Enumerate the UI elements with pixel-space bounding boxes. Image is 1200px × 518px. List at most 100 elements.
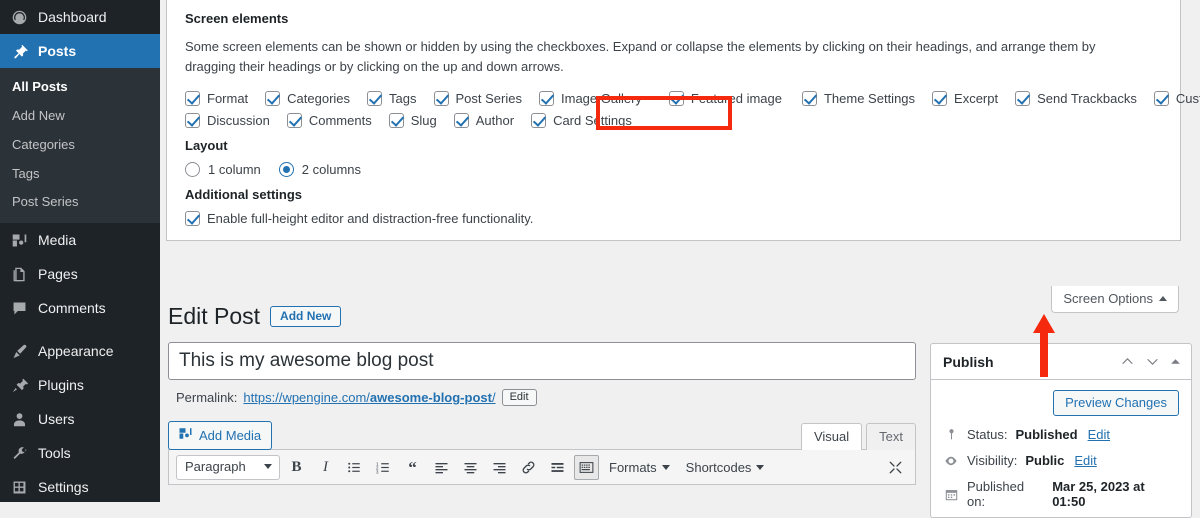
checkbox-icon[interactable] — [802, 91, 817, 106]
checkbox-image-gallery[interactable]: Image Gallery — [539, 91, 642, 106]
sidebar-item-post-series[interactable]: Post Series — [0, 188, 160, 217]
checkbox-label: Theme Settings — [824, 91, 915, 106]
link-icon[interactable] — [516, 455, 541, 480]
sidebar-item-tools[interactable]: Tools — [0, 436, 160, 470]
bold-icon[interactable]: B — [284, 455, 309, 480]
sidebar-item-dashboard[interactable]: Dashboard — [0, 0, 160, 34]
sidebar-item-label: Comments — [38, 300, 106, 316]
checkbox-icon[interactable] — [185, 211, 200, 226]
visibility-line: Visibility: Public Edit — [943, 453, 1179, 468]
sidebar-item-appearance[interactable]: Appearance — [0, 334, 160, 368]
italic-icon[interactable]: I — [313, 455, 338, 480]
checkbox-icon[interactable] — [1154, 91, 1169, 106]
checkbox-format[interactable]: Format — [185, 91, 248, 106]
eye-icon — [943, 454, 959, 468]
checkbox-comments[interactable]: Comments — [287, 113, 372, 128]
blockquote-icon[interactable]: “ — [400, 455, 425, 480]
toggle-panel-icon[interactable] — [1170, 356, 1181, 367]
add-media-button[interactable]: Add Media — [168, 421, 272, 450]
checkbox-send-trackbacks[interactable]: Send Trackbacks — [1015, 91, 1137, 106]
checkbox-featured-image[interactable]: Featured image — [669, 91, 782, 106]
align-left-icon[interactable] — [429, 455, 454, 480]
checkbox-icon[interactable] — [265, 91, 280, 106]
plugin-icon — [9, 375, 29, 395]
pin-icon — [943, 428, 959, 441]
checkbox-categories[interactable]: Categories — [265, 91, 350, 106]
sidebar-item-categories[interactable]: Categories — [0, 131, 160, 160]
sidebar-item-settings[interactable]: Settings — [0, 470, 160, 504]
checkbox-icon[interactable] — [531, 113, 546, 128]
tab-text[interactable]: Text — [866, 423, 916, 450]
sidebar-item-plugins[interactable]: Plugins — [0, 368, 160, 402]
publish-panel: Publish Preview Changes — [930, 343, 1192, 518]
checkbox-post-series[interactable]: Post Series — [434, 91, 522, 106]
move-up-icon[interactable] — [1120, 354, 1135, 369]
screen-elements-row-2: Discussion Comments Slug Author Card Set… — [185, 113, 1162, 128]
checkbox-icon[interactable] — [669, 91, 684, 106]
move-down-icon[interactable] — [1145, 354, 1160, 369]
permalink-edit-button[interactable]: Edit — [502, 389, 537, 406]
align-center-icon[interactable] — [458, 455, 483, 480]
permalink-value[interactable]: https://wpengine.com/awesome-blog-post/ — [243, 390, 495, 405]
screen-options-tab-label: Screen Options — [1063, 291, 1153, 306]
sidebar-item-media[interactable]: Media — [0, 223, 160, 257]
sidebar-item-label: Plugins — [38, 377, 84, 393]
checkbox-excerpt[interactable]: Excerpt — [932, 91, 998, 106]
radio-1-column[interactable]: 1 column — [185, 162, 261, 177]
sidebar-item-all-posts[interactable]: All Posts — [0, 73, 160, 102]
radio-icon[interactable] — [279, 162, 294, 177]
checkbox-card-settings[interactable]: Card Settings — [531, 113, 632, 128]
radio-icon[interactable] — [185, 162, 200, 177]
shortcodes-menu[interactable]: Shortcodes — [680, 455, 771, 480]
checkbox-author[interactable]: Author — [454, 113, 514, 128]
post-title-input[interactable] — [168, 342, 916, 380]
checkbox-full-height-editor[interactable]: Enable full-height editor and distractio… — [185, 211, 1145, 226]
checkbox-icon[interactable] — [1015, 91, 1030, 106]
checkbox-icon[interactable] — [932, 91, 947, 106]
screen-options-tab[interactable]: Screen Options — [1051, 286, 1179, 313]
sidebar-item-comments[interactable]: Comments — [0, 291, 160, 325]
tab-visual[interactable]: Visual — [801, 423, 862, 450]
user-icon — [9, 409, 29, 429]
checkbox-icon[interactable] — [434, 91, 449, 106]
checkbox-icon[interactable] — [185, 113, 200, 128]
sidebar-item-label: Media — [38, 232, 76, 248]
numbered-list-icon[interactable]: 123 — [371, 455, 396, 480]
wp-admin-screen: Dashboard Posts All Posts Add New Catego… — [0, 0, 1200, 502]
distraction-free-icon[interactable] — [883, 455, 908, 480]
checkbox-icon[interactable] — [367, 91, 382, 106]
sidebar-item-add-new[interactable]: Add New — [0, 102, 160, 131]
checkbox-custom-fields[interactable]: Custom Fields — [1154, 91, 1200, 106]
checkbox-label: Send Trackbacks — [1037, 91, 1137, 106]
checkbox-icon[interactable] — [539, 91, 554, 106]
checkbox-label: Tags — [389, 91, 416, 106]
checkbox-icon[interactable] — [454, 113, 469, 128]
checkbox-tags[interactable]: Tags — [367, 91, 416, 106]
sidebar-item-users[interactable]: Users — [0, 402, 160, 436]
checkbox-discussion[interactable]: Discussion — [185, 113, 270, 128]
radio-label: 1 column — [208, 162, 261, 177]
status-edit-link[interactable]: Edit — [1088, 427, 1110, 442]
bulleted-list-icon[interactable] — [342, 455, 367, 480]
read-more-icon[interactable] — [545, 455, 570, 480]
checkbox-slug[interactable]: Slug — [389, 113, 437, 128]
checkbox-label: Author — [476, 113, 514, 128]
checkbox-label: Enable full-height editor and distractio… — [207, 211, 533, 226]
formats-menu[interactable]: Formats — [603, 455, 676, 480]
visibility-edit-link[interactable]: Edit — [1074, 453, 1096, 468]
toolbar-toggle-icon[interactable] — [574, 455, 599, 480]
sidebar-item-posts[interactable]: Posts — [0, 34, 160, 68]
preview-changes-button[interactable]: Preview Changes — [1053, 390, 1179, 416]
checkbox-icon[interactable] — [287, 113, 302, 128]
caret-up-icon — [1159, 296, 1167, 301]
add-new-button[interactable]: Add New — [270, 306, 341, 327]
align-right-icon[interactable] — [487, 455, 512, 480]
radio-2-columns[interactable]: 2 columns — [279, 162, 361, 177]
checkbox-icon[interactable] — [185, 91, 200, 106]
sidebar-item-tags[interactable]: Tags — [0, 160, 160, 189]
checkbox-icon[interactable] — [389, 113, 404, 128]
format-select[interactable]: Paragraph — [176, 455, 280, 480]
sidebar-item-pages[interactable]: Pages — [0, 257, 160, 291]
permalink-row: Permalink: https://wpengine.com/awesome-… — [168, 389, 916, 406]
checkbox-theme-settings[interactable]: Theme Settings — [802, 91, 915, 106]
